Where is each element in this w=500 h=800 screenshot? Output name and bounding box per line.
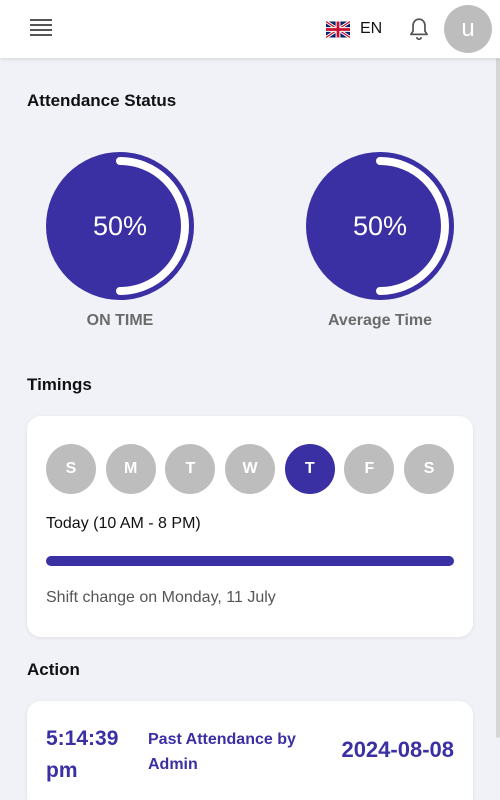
shift-change-text: Shift change on Monday, 11 July [46, 589, 276, 606]
action-title: Action [27, 660, 80, 679]
action-description: Past Attendance by Admin [148, 731, 296, 773]
today-hours: Today (10 AM - 8 PM) [46, 515, 201, 532]
on-time-label: ON TIME [86, 312, 154, 329]
gauge-value: 50% [352, 210, 408, 241]
timings-card: S M T W T F S Today (10 AM - 8 PM) Shift… [27, 416, 473, 637]
action-date: 2024-08-08 [341, 737, 454, 762]
gauge-value: 50% [92, 210, 148, 241]
language-selector[interactable]: EN [326, 18, 382, 40]
day-sunday[interactable]: S [46, 444, 96, 494]
shift-progress-bar [46, 556, 454, 566]
language-code: EN [360, 20, 383, 37]
uk-flag-icon [326, 20, 350, 38]
day-thursday[interactable]: T [284, 444, 335, 494]
average-time-label: Average Time [327, 312, 433, 329]
action-card[interactable]: 5:14:39 pm Past Attendance by Admin 2024… [27, 701, 473, 800]
day-selector: S M T W T F S [46, 444, 464, 494]
action-time: 5:14:39 pm [46, 727, 119, 782]
day-wednesday[interactable]: W [225, 444, 276, 494]
day-monday[interactable]: M [105, 444, 156, 494]
menu-icon[interactable] [30, 19, 52, 37]
bell-icon[interactable] [406, 16, 432, 42]
average-time-gauge: 50% [305, 151, 455, 301]
on-time-gauge: 50% [45, 151, 195, 301]
top-bar: EN u [0, 0, 500, 58]
day-friday[interactable]: F [344, 444, 395, 494]
avatar[interactable]: u [444, 5, 492, 53]
day-tuesday[interactable]: T [165, 444, 216, 494]
day-saturday[interactable]: S [404, 444, 455, 494]
scrollbar[interactable] [496, 58, 500, 738]
timings-title: Timings [27, 375, 92, 394]
attendance-status-title: Attendance Status [27, 91, 177, 110]
